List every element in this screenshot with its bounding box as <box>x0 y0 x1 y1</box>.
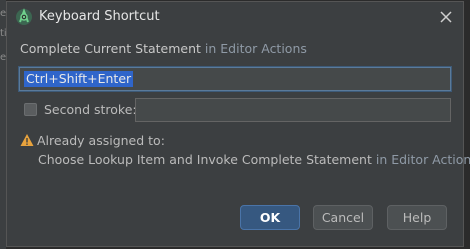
help-button[interactable]: Help <box>387 205 447 230</box>
close-button[interactable] <box>435 6 457 28</box>
close-icon <box>440 11 452 23</box>
cancel-button[interactable]: Cancel <box>313 205 373 230</box>
warning-icon <box>20 134 34 146</box>
conflict-title: Already assigned to: <box>37 133 165 148</box>
action-group: Editor Actions <box>220 41 307 56</box>
first-stroke-field[interactable]: Ctrl+Shift+Enter <box>19 67 451 91</box>
conflict-connector: in <box>371 152 392 167</box>
second-stroke-checkbox[interactable] <box>24 103 37 116</box>
conflict-action-name: Choose Lookup Item and Invoke Complete S… <box>38 152 372 167</box>
android-studio-icon <box>16 8 32 25</box>
action-name: Complete Current Statement <box>20 41 201 56</box>
conflict-description: Choose Lookup Item and Invoke Complete S… <box>38 152 470 167</box>
keyboard-shortcut-dialog: Keyboard Shortcut Complete Current State… <box>6 1 470 247</box>
second-stroke-field[interactable] <box>135 98 451 122</box>
second-stroke-label: Second stroke: <box>44 102 137 117</box>
dialog-title: Keyboard Shortcut <box>39 9 160 24</box>
dialog-titlebar[interactable]: Keyboard Shortcut <box>7 2 463 32</box>
ok-button[interactable]: OK <box>240 205 300 230</box>
action-description: Complete Current Statement in Editor Act… <box>20 41 307 56</box>
second-stroke-row: Second stroke: <box>22 98 452 122</box>
action-connector: in <box>200 41 221 56</box>
conflict-group: Editor Actions <box>391 152 470 167</box>
first-stroke-value: Ctrl+Shift+Enter <box>24 71 134 87</box>
